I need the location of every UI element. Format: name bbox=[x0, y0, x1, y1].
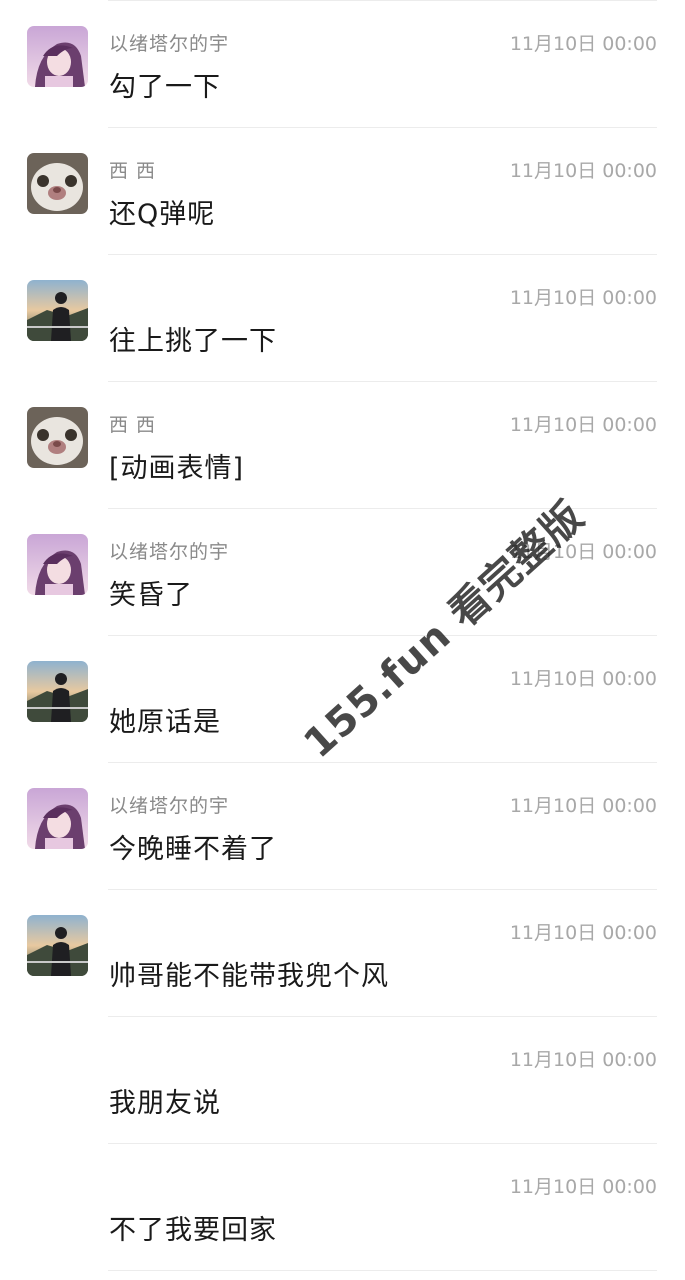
message-time: 11月10日 00:00 bbox=[509, 160, 657, 182]
message-text: [动画表情] bbox=[109, 453, 245, 484]
sender-name: 西 西 bbox=[109, 160, 157, 182]
message-text: 今晚睡不着了 bbox=[109, 834, 277, 865]
message-time: 11月10日 00:00 bbox=[509, 668, 657, 690]
chat-message[interactable]: 11月10日 00:00 往上挑了一下 bbox=[0, 255, 685, 382]
sender-name: 以绪塔尔的宇 bbox=[109, 33, 230, 55]
message-text: 她原话是 bbox=[109, 707, 221, 738]
message-time: 11月10日 00:00 bbox=[509, 287, 657, 309]
anime-girl-avatar[interactable] bbox=[27, 26, 88, 87]
message-text: 帅哥能不能带我兜个风 bbox=[109, 961, 389, 992]
message-text: 笑昏了 bbox=[109, 580, 193, 611]
chat-message[interactable]: 11月10日 00:00 我朋友说 bbox=[0, 1017, 685, 1144]
message-time: 11月10日 00:00 bbox=[509, 1049, 657, 1071]
chat-message[interactable]: 11月10日 00:00 不了我要回家 bbox=[0, 1144, 685, 1271]
person-scenery-avatar[interactable] bbox=[27, 915, 88, 976]
chat-message-list[interactable]: 以绪塔尔的宇 11月10日 00:00 勾了一下 西 西 11月10日 00:0… bbox=[0, 1, 685, 1271]
message-time: 11月10日 00:00 bbox=[509, 33, 657, 55]
sender-name: 西 西 bbox=[109, 414, 157, 436]
message-time: 11月10日 00:00 bbox=[509, 1176, 657, 1198]
message-text: 还Q弹呢 bbox=[109, 199, 216, 230]
message-text: 我朋友说 bbox=[109, 1088, 221, 1119]
message-time: 11月10日 00:00 bbox=[509, 414, 657, 436]
message-text: 勾了一下 bbox=[109, 72, 221, 103]
message-time: 11月10日 00:00 bbox=[509, 795, 657, 817]
message-text: 不了我要回家 bbox=[109, 1215, 277, 1246]
panda-avatar[interactable] bbox=[27, 153, 88, 214]
message-text: 往上挑了一下 bbox=[109, 326, 277, 357]
message-time: 11月10日 00:00 bbox=[509, 922, 657, 944]
chat-message[interactable]: 西 西 11月10日 00:00 [动画表情] bbox=[0, 382, 685, 509]
anime-girl-avatar[interactable] bbox=[27, 534, 88, 595]
sender-name: 以绪塔尔的宇 bbox=[109, 541, 230, 563]
chat-message[interactable]: 11月10日 00:00 帅哥能不能带我兜个风 bbox=[0, 890, 685, 1017]
person-scenery-avatar[interactable] bbox=[27, 280, 88, 341]
panda-avatar[interactable] bbox=[27, 407, 88, 468]
anime-girl-avatar[interactable] bbox=[27, 788, 88, 849]
chat-message[interactable]: 11月10日 00:00 她原话是 bbox=[0, 636, 685, 763]
sender-name: 以绪塔尔的宇 bbox=[109, 795, 230, 817]
chat-message[interactable]: 以绪塔尔的宇 11月10日 00:00 笑昏了 bbox=[0, 509, 685, 636]
chat-message[interactable]: 以绪塔尔的宇 11月10日 00:00 勾了一下 bbox=[0, 1, 685, 128]
chat-message[interactable]: 以绪塔尔的宇 11月10日 00:00 今晚睡不着了 bbox=[0, 763, 685, 890]
person-scenery-avatar[interactable] bbox=[27, 661, 88, 722]
chat-message[interactable]: 西 西 11月10日 00:00 还Q弹呢 bbox=[0, 128, 685, 255]
divider bbox=[108, 1270, 657, 1271]
message-time: 11月10日 00:00 bbox=[509, 541, 657, 563]
